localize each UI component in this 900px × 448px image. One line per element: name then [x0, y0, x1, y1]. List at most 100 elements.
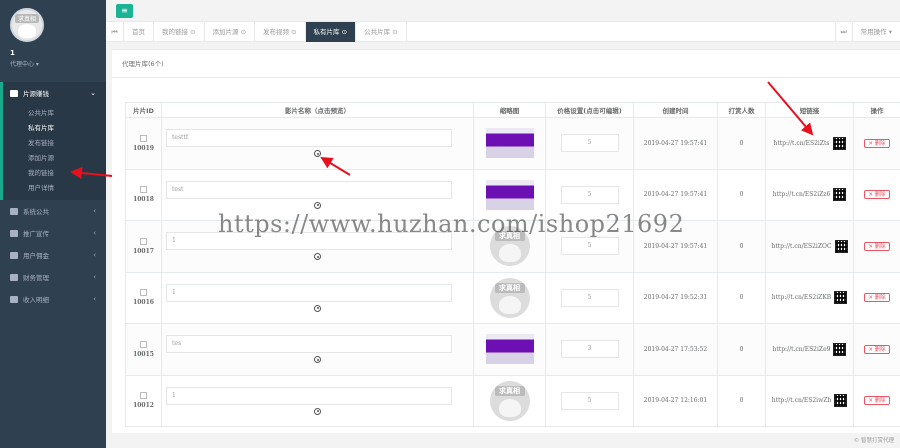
- cell-name: tes: [161, 323, 474, 376]
- default-thumbnail[interactable]: 求真相: [489, 380, 530, 421]
- sidebar-item-video-earn[interactable]: 片源赚钱 ⌄: [0, 82, 106, 104]
- cell-thumb: 求真相: [473, 220, 546, 273]
- price-input[interactable]: 5: [560, 391, 619, 410]
- sidebar-item-label: 片源赚钱: [23, 90, 49, 98]
- qr-code-icon[interactable]: [834, 394, 848, 408]
- row-checkbox[interactable]: [140, 340, 147, 348]
- sidebar-item-commission[interactable]: 用户佣金 ‹: [0, 244, 106, 266]
- price-input[interactable]: 5: [560, 185, 619, 204]
- qr-code-icon[interactable]: [833, 342, 847, 356]
- avatar-face: [18, 24, 36, 38]
- preview-eye-icon[interactable]: [314, 150, 321, 158]
- price-input[interactable]: 3: [560, 340, 619, 359]
- delete-button[interactable]: ✕ 删除: [864, 396, 890, 406]
- cell-thumb: 求真相: [473, 271, 546, 324]
- col-header-id[interactable]: 片片ID: [125, 102, 162, 118]
- tab-publish-video[interactable]: 发布视频 ⊙: [255, 22, 306, 42]
- preview-eye-icon[interactable]: [314, 304, 321, 312]
- default-thumbnail[interactable]: 求真相: [489, 226, 530, 267]
- tab-tools: ⏭ 常用操作 ▾: [834, 22, 900, 42]
- table-row: 10019 testtf 5 2019-04-27 19:57:41 0 htt…: [125, 117, 900, 170]
- cell-created: 2019-04-27 19:52:31: [633, 271, 718, 324]
- cell-id: 10015: [125, 323, 162, 376]
- short-link[interactable]: http://t.cn/ES2iZKB: [772, 294, 831, 301]
- preview-eye-icon[interactable]: [314, 356, 321, 364]
- qr-code-icon[interactable]: [834, 239, 848, 253]
- common-ops-dropdown[interactable]: 常用操作 ▾: [853, 22, 900, 42]
- submenu-add-video[interactable]: 添加片源: [3, 151, 106, 166]
- submenu-publish-link[interactable]: 发布链接: [3, 136, 106, 151]
- thumbnail-face: [498, 398, 521, 417]
- avatar[interactable]: 求真相: [10, 8, 44, 42]
- delete-button[interactable]: ✕ 删除: [864, 190, 890, 200]
- submenu-my-links[interactable]: 我的链接: [3, 166, 106, 181]
- short-link[interactable]: http://t.cn/ES2iZOC: [771, 243, 831, 250]
- price-input[interactable]: 5: [560, 237, 619, 256]
- sidebar-item-label: 收入明细: [23, 296, 49, 304]
- video-name-input[interactable]: test: [166, 180, 452, 199]
- preview-eye-icon[interactable]: [314, 201, 321, 209]
- price-input[interactable]: 5: [560, 288, 619, 307]
- tab-my-links[interactable]: 我的链接 ⊙: [154, 22, 205, 42]
- short-link[interactable]: http://t.cn/ES2iwZh: [772, 397, 832, 404]
- short-link[interactable]: http://t.cn/ES2iZe9: [773, 346, 831, 353]
- video-name-input[interactable]: 1: [166, 232, 452, 251]
- price-input[interactable]: 5: [560, 134, 619, 153]
- cell-tips: 0: [717, 220, 766, 273]
- submenu-private-library[interactable]: 私有片库: [3, 121, 106, 136]
- qr-code-icon[interactable]: [833, 188, 847, 202]
- delete-button[interactable]: ✕ 删除: [864, 344, 890, 354]
- delete-button[interactable]: ✕ 删除: [864, 293, 890, 303]
- tabs-scroll-right-icon[interactable]: ⏭: [834, 22, 853, 42]
- short-link[interactable]: http://t.cn/ES2iZts: [773, 140, 829, 147]
- cell-name: 1: [161, 271, 474, 324]
- col-header-name[interactable]: 影片名称（点击预览）: [161, 102, 474, 118]
- table-row: 10015 tes 3 2019-04-27 17:53:52 0 http:/…: [125, 323, 900, 376]
- cell-id: 10018: [125, 168, 162, 221]
- preview-eye-icon[interactable]: [314, 407, 321, 415]
- qr-code-icon[interactable]: [832, 136, 846, 150]
- tab-private-library[interactable]: 私有片库 ⊙: [305, 22, 357, 42]
- user-role-dropdown[interactable]: 代理中心 ▾: [10, 59, 106, 68]
- delete-button[interactable]: ✕ 删除: [864, 138, 890, 148]
- sidebar-item-finance[interactable]: 财务管理 ‹: [0, 266, 106, 288]
- hamburger-icon[interactable]: ≡: [116, 4, 133, 18]
- video-thumbnail[interactable]: [485, 128, 534, 159]
- row-checkbox[interactable]: [140, 392, 147, 400]
- sidebar-item-system[interactable]: 系统公共 ‹: [0, 200, 106, 222]
- short-link[interactable]: http://t.cn/ES2iZz6: [773, 191, 831, 198]
- row-checkbox[interactable]: [140, 237, 147, 245]
- cell-name: 1: [161, 374, 474, 427]
- tabs-scroll-left-icon[interactable]: ⏮: [106, 22, 124, 42]
- cell-tips: 0: [717, 168, 766, 221]
- delete-button[interactable]: ✕ 删除: [864, 241, 890, 251]
- video-name-input[interactable]: testtf: [166, 129, 452, 148]
- sidebar-item-label: 用户佣金: [23, 252, 49, 260]
- tab-add-video[interactable]: 添加片源 ⊙: [205, 22, 256, 42]
- qr-code-icon[interactable]: [834, 291, 848, 305]
- row-checkbox[interactable]: [140, 289, 147, 297]
- sidebar-item-promotion[interactable]: 推广宣传 ‹: [0, 222, 106, 244]
- thumbnail-brand: 求真相: [494, 282, 525, 293]
- video-id: 10019: [133, 144, 154, 152]
- tab-public-library[interactable]: 公共片库 ⊙: [356, 22, 407, 42]
- sidebar-item-income[interactable]: 收入明细 ‹: [0, 288, 106, 310]
- video-name-input[interactable]: 1: [166, 386, 452, 405]
- footer-text: © 智慧打赏代理: [853, 438, 894, 444]
- video-thumbnail[interactable]: [485, 334, 534, 365]
- preview-eye-icon[interactable]: [314, 253, 321, 261]
- row-checkbox[interactable]: [140, 134, 147, 142]
- submenu-public-library[interactable]: 公共片库: [3, 106, 106, 121]
- thumbnail-brand: 求真相: [494, 385, 525, 396]
- cell-actions: ✕ 删除: [853, 168, 900, 221]
- video-name-input[interactable]: tes: [166, 335, 452, 354]
- video-name-input[interactable]: 1: [166, 283, 452, 302]
- gear-icon: [10, 207, 18, 215]
- video-thumbnail[interactable]: [485, 179, 534, 210]
- default-thumbnail[interactable]: 求真相: [489, 277, 530, 318]
- row-checkbox[interactable]: [140, 186, 147, 194]
- cell-link: http://t.cn/ES2iZts: [765, 117, 854, 170]
- tab-home[interactable]: 首页: [124, 22, 154, 42]
- submenu-user-details[interactable]: 用户详情: [3, 181, 106, 196]
- users-icon: [10, 251, 18, 259]
